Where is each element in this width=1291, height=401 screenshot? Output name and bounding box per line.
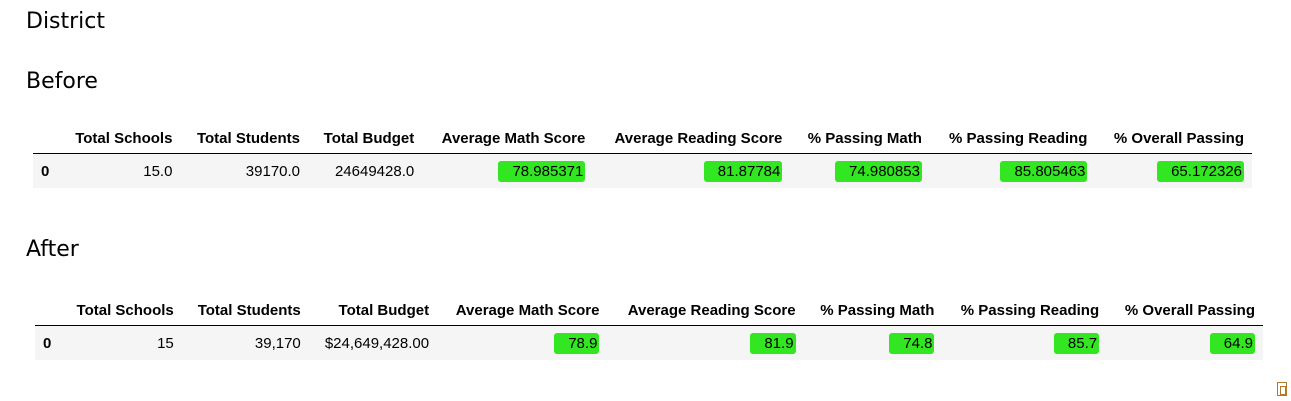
highlighted-value: 74.8 <box>889 332 935 354</box>
column-header: Total Students <box>181 295 309 326</box>
table-cell: 15.0 <box>143 162 173 180</box>
highlighted-value: 78.9 <box>554 332 600 354</box>
table-cell: 24649428.0 <box>334 162 415 180</box>
table-cell: $24,649,428.00 <box>324 334 430 352</box>
highlighted-value: 64.9 <box>1209 332 1255 354</box>
highlighted-value: 78.985371 <box>498 160 586 182</box>
table-cell: 81.87784 <box>593 154 790 189</box>
table-cell: 15 <box>157 334 174 352</box>
column-header: Average Math Score <box>422 123 594 154</box>
table-cell: 81.9 <box>607 326 803 361</box>
column-header: Average Reading Score <box>607 295 804 326</box>
column-header: Average Reading Score <box>593 123 791 154</box>
after-heading: After <box>26 237 79 262</box>
column-header: % Passing Reading <box>942 295 1108 326</box>
highlighted-value: 85.805463 <box>1000 160 1088 182</box>
table-cell: 74.8 <box>804 326 943 361</box>
column-header: % Passing Math <box>790 123 930 154</box>
column-header: % Passing Reading <box>929 123 1096 154</box>
table-cell: 78.9 <box>437 326 607 361</box>
table-row: 0 15 39,170 $24,649,428.00 78.9 81.9 74.… <box>35 325 1263 361</box>
column-header: % Passing Math <box>803 295 943 326</box>
column-header: Total Budget <box>308 295 438 326</box>
column-header: Total Budget <box>308 123 423 154</box>
table-cell: 74.980853 <box>790 154 930 189</box>
paste-options-icon[interactable] <box>1277 382 1287 396</box>
column-header: Total Students <box>180 123 309 154</box>
table-header-row: Total Schools Total Students Total Budge… <box>35 295 1263 326</box>
highlighted-value: 65.172326 <box>1157 160 1244 182</box>
column-header: % Overall Passing <box>1095 123 1252 154</box>
page-title: District <box>26 9 106 34</box>
highlighted-value: 81.87784 <box>703 160 783 182</box>
after-table: Total Schools Total Students Total Budge… <box>35 295 1263 360</box>
table-cell: 65.172326 <box>1095 154 1252 189</box>
table-cell: 64.9 <box>1107 326 1263 361</box>
row-index: 0 <box>41 162 50 180</box>
table-cell: 39170.0 <box>245 162 301 180</box>
index-header <box>35 295 61 326</box>
row-index: 0 <box>43 334 52 352</box>
column-header: Average Math Score <box>437 295 608 326</box>
table-cell: 78.985371 <box>422 154 593 189</box>
table-header-row: Total Schools Total Students Total Budge… <box>33 123 1252 154</box>
table-cell: 85.805463 <box>930 154 1095 189</box>
column-header: Total Schools <box>59 123 181 154</box>
before-heading: Before <box>26 69 98 94</box>
highlighted-value: 81.9 <box>750 332 796 354</box>
table-row: 0 15.0 39170.0 24649428.0 78.985371 81.8… <box>33 153 1252 189</box>
table-cell: 39,170 <box>254 334 301 352</box>
index-header <box>33 123 60 154</box>
before-table: Total Schools Total Students Total Budge… <box>33 123 1252 188</box>
highlighted-value: 74.980853 <box>835 160 922 182</box>
column-header: % Overall Passing <box>1107 295 1263 326</box>
table-cell: 85.7 <box>942 326 1107 361</box>
highlighted-value: 85.7 <box>1053 332 1100 354</box>
column-header: Total Schools <box>60 295 182 326</box>
